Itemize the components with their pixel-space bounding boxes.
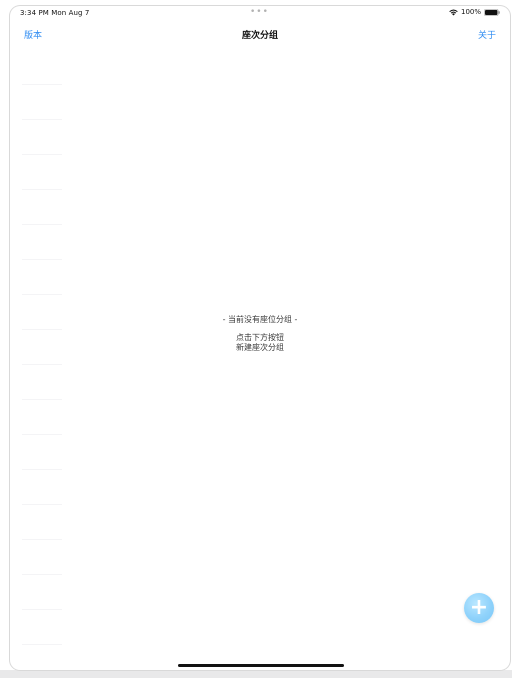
- status-right-group: 100%: [449, 8, 500, 16]
- add-group-button[interactable]: +: [464, 593, 494, 623]
- empty-state: - 当前没有座位分组 - 点击下方按钮 新建座次分组: [10, 315, 510, 353]
- navigation-bar: 版本 座次分组 关于: [10, 24, 510, 48]
- wifi-icon: [449, 9, 458, 16]
- battery-percent: 100%: [460, 8, 481, 16]
- status-bar: 3:34 PM Mon Aug 7 ••• 100%: [10, 6, 510, 20]
- app-window: 3:34 PM Mon Aug 7 ••• 100% 版本 座次分组 关于 - …: [10, 6, 510, 670]
- status-time-date: 3:34 PM Mon Aug 7: [20, 9, 90, 17]
- empty-state-hint-line-2: 新建座次分组: [236, 343, 284, 352]
- about-button[interactable]: 关于: [478, 28, 496, 41]
- empty-state-title: - 当前没有座位分组 -: [222, 315, 298, 324]
- page-title: 座次分组: [241, 31, 278, 41]
- bottom-strip: [0, 670, 512, 678]
- plus-icon: +: [469, 595, 489, 620]
- multitasking-dots[interactable]: •••: [250, 7, 269, 17]
- empty-state-hint-line-1: 点击下方按钮: [236, 333, 284, 342]
- home-indicator[interactable]: [178, 664, 344, 667]
- battery-icon: [484, 8, 500, 16]
